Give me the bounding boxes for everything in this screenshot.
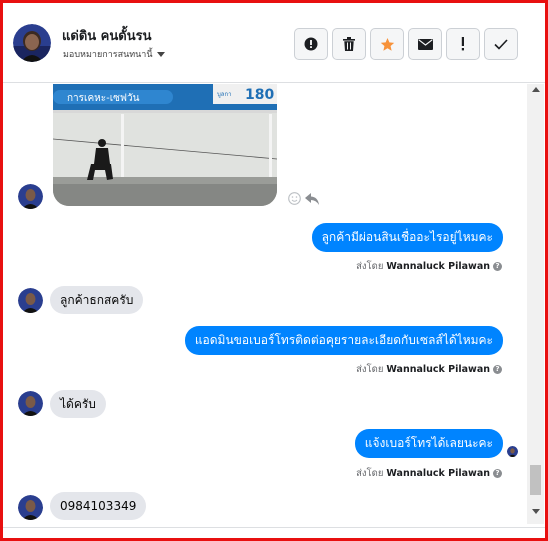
- contact-name[interactable]: แด่ดิน คนดั้นรน: [62, 25, 151, 46]
- message-thread: การเคหะ-เซฟวัน บูลกา 180 ลูกค้ามีผ่อนสิน…: [3, 84, 527, 524]
- sign-prefix: บูลกา: [217, 91, 232, 98]
- contact-avatar[interactable]: [13, 24, 51, 62]
- help-icon[interactable]: ?: [493, 469, 502, 478]
- sign-number: 180: [245, 87, 274, 103]
- contact-avatar-small[interactable]: [18, 495, 43, 520]
- message-bubble-incoming[interactable]: 0984103349: [50, 492, 147, 520]
- done-button[interactable]: [484, 28, 518, 60]
- scroll-up-arrow-icon[interactable]: [532, 87, 540, 92]
- help-icon[interactable]: ?: [493, 262, 502, 271]
- check-icon: [494, 38, 508, 50]
- message-bubble-outgoing[interactable]: ลูกค้ามีผ่อนสินเชื่ออะไรอยู่ไหมคะ: [311, 223, 503, 252]
- sent-by-agent[interactable]: Wannaluck Pilawan: [386, 468, 490, 479]
- emoji-icon[interactable]: [288, 192, 301, 205]
- sent-by-label: ส่งโดย Wannaluck Pilawan ?: [356, 259, 502, 274]
- sent-by-prefix: ส่งโดย: [356, 468, 384, 479]
- delete-button[interactable]: [332, 28, 366, 60]
- sent-by-prefix: ส่งโดย: [356, 364, 384, 375]
- message-bubble-outgoing[interactable]: แจ้งเบอร์โทรได้เลยนะคะ: [354, 429, 503, 458]
- message-bubble-incoming[interactable]: ลูกค้าธกสครับ: [50, 286, 144, 314]
- assign-label: มอบหมายการสนทนานี้: [63, 50, 153, 60]
- help-icon[interactable]: ?: [493, 365, 502, 374]
- conversation-actions: [294, 28, 518, 60]
- star-button[interactable]: [370, 28, 404, 60]
- sent-by-label: ส่งโดย Wannaluck Pilawan ?: [356, 466, 502, 481]
- photo-attachment[interactable]: การเคหะ-เซฟวัน บูลกา 180: [53, 84, 277, 206]
- sent-by-agent[interactable]: Wannaluck Pilawan: [386, 364, 490, 375]
- spam-button[interactable]: [446, 28, 480, 60]
- sign-text: การเคหะ-เซฟวัน: [67, 93, 140, 104]
- contact-avatar-small[interactable]: [18, 184, 43, 209]
- star-icon: [380, 37, 394, 51]
- conversation-header: แด่ดิน คนดั้นรน มอบหมายการสนทนานี้: [3, 3, 545, 83]
- message-actions: [288, 192, 319, 205]
- message-bubble-incoming[interactable]: ได้ครับ: [50, 390, 106, 418]
- seen-avatar: [507, 446, 518, 457]
- alert-circle-icon: [304, 37, 318, 51]
- message-bubble-outgoing[interactable]: แอดมินขอเบอร์โทรติดต่อคุยรายละเอียดกับเซ…: [184, 326, 503, 355]
- assign-conversation-dropdown[interactable]: มอบหมายการสนทนานี้: [63, 47, 165, 61]
- thread-scrollbar[interactable]: [527, 84, 544, 524]
- exclamation-icon: [461, 37, 464, 51]
- contact-avatar-small[interactable]: [18, 391, 43, 416]
- mark-unread-button[interactable]: [408, 28, 442, 60]
- report-button[interactable]: [294, 28, 328, 60]
- caret-down-icon: [156, 52, 165, 57]
- trash-icon: [343, 37, 355, 51]
- sent-by-label: ส่งโดย Wannaluck Pilawan ?: [356, 362, 502, 377]
- contact-avatar-small[interactable]: [18, 288, 43, 313]
- composer-divider: [3, 527, 545, 538]
- sent-by-agent[interactable]: Wannaluck Pilawan: [386, 261, 490, 272]
- scroll-down-arrow-icon[interactable]: [532, 509, 540, 514]
- photo-image: การเคหะ-เซฟวัน บูลกา 180: [53, 84, 277, 206]
- sent-by-prefix: ส่งโดย: [356, 261, 384, 272]
- reply-icon[interactable]: [305, 192, 319, 205]
- envelope-icon: [417, 38, 433, 50]
- scrollbar-thumb[interactable]: [530, 465, 541, 495]
